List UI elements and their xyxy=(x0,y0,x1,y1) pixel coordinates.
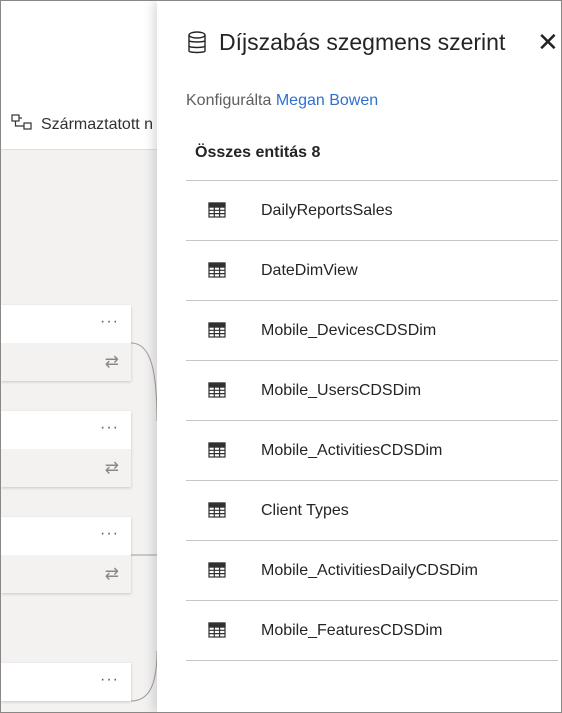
entity-row[interactable]: Mobile_ActivitiesDailyCDSDim xyxy=(186,541,558,601)
configured-by-prefix: Konfigurálta xyxy=(186,92,272,109)
entity-row[interactable]: Mobile_DevicesCDSDim xyxy=(186,301,558,361)
entity-name: Mobile_DevicesCDSDim xyxy=(261,321,437,339)
entity-name: Mobile_UsersCDSDim xyxy=(261,381,422,399)
lineage-card[interactable]: ··· ⇄ xyxy=(1,517,131,593)
table-icon xyxy=(208,562,226,578)
entity-row[interactable]: Mobile_FeaturesCDSDim xyxy=(186,601,558,661)
lineage-card[interactable]: ··· ⇄ xyxy=(1,411,131,487)
app-window: Származtatott n ··· ⇄ ··· ⇄ ··· ⇄ ··· Dí… xyxy=(0,0,562,713)
table-icon xyxy=(208,502,226,518)
swap-icon[interactable]: ⇄ xyxy=(105,352,119,372)
entity-name: Mobile_ActivitiesCDSDim xyxy=(261,441,443,459)
details-panel: Díjszabás szegmens szerint ✕ Konfigurált… xyxy=(157,1,561,712)
entity-row[interactable]: DailyReportsSales xyxy=(186,181,558,241)
more-options-icon[interactable]: ··· xyxy=(100,419,119,437)
table-icon xyxy=(208,322,226,338)
entity-name: DateDimView xyxy=(261,261,358,279)
table-icon xyxy=(208,262,226,278)
more-options-icon[interactable]: ··· xyxy=(100,313,119,331)
configured-by-user-link[interactable]: Megan Bowen xyxy=(276,92,378,109)
table-icon xyxy=(208,622,226,638)
configured-by: Konfigurálta Megan Bowen xyxy=(186,92,378,110)
entity-row[interactable]: Mobile_UsersCDSDim xyxy=(186,361,558,421)
swap-icon[interactable]: ⇄ xyxy=(105,564,119,584)
panel-title: Díjszabás szegmens szerint xyxy=(219,29,506,55)
more-options-icon[interactable]: ··· xyxy=(100,671,119,689)
table-icon xyxy=(208,442,226,458)
close-icon[interactable]: ✕ xyxy=(537,29,561,55)
entity-row[interactable]: DateDimView xyxy=(186,241,558,301)
table-icon xyxy=(208,202,226,218)
entity-name: Client Types xyxy=(261,501,349,519)
entity-count: Összes entitás 8 xyxy=(195,144,321,161)
entity-row[interactable]: Client Types xyxy=(186,481,558,541)
lineage-card[interactable]: ··· xyxy=(1,663,131,701)
table-icon xyxy=(208,382,226,398)
lineage-card[interactable]: ··· ⇄ xyxy=(1,305,131,381)
swap-icon[interactable]: ⇄ xyxy=(105,458,119,478)
more-options-icon[interactable]: ··· xyxy=(100,525,119,543)
panel-header: Díjszabás szegmens szerint xyxy=(187,29,505,56)
database-icon xyxy=(187,30,207,55)
entity-name: DailyReportsSales xyxy=(261,201,393,219)
entity-name: Mobile_ActivitiesDailyCDSDim xyxy=(261,561,478,579)
entity-list: DailyReportsSales DateDimView Mobile_Dev… xyxy=(186,180,558,661)
entity-row[interactable]: Mobile_ActivitiesCDSDim xyxy=(186,421,558,481)
entity-name: Mobile_FeaturesCDSDim xyxy=(261,621,443,639)
